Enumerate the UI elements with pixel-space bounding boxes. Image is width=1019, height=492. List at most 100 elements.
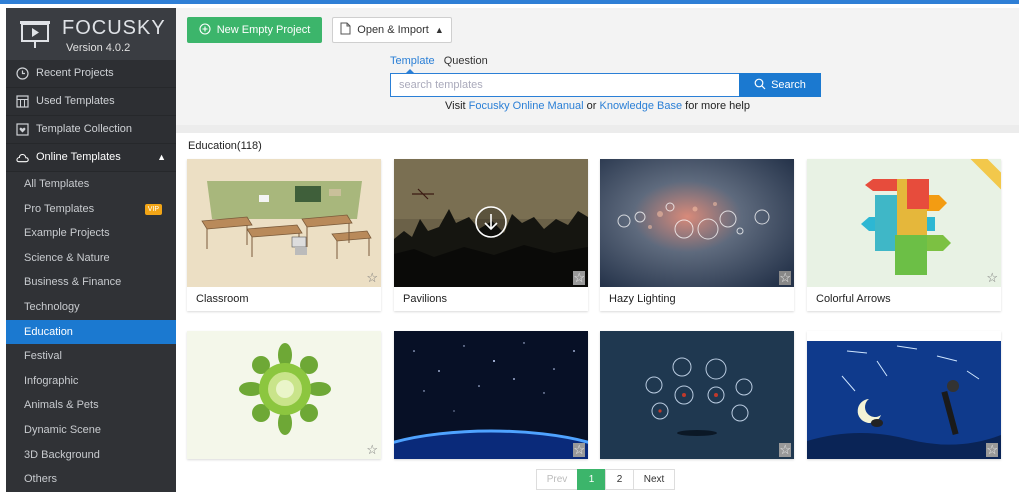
- sidebar-subitem-others[interactable]: Others: [6, 467, 176, 492]
- sidebar-subitem-education[interactable]: Education: [6, 319, 176, 345]
- knowledge-base-link[interactable]: Knowledge Base: [600, 100, 683, 112]
- favorite-star-icon[interactable]: ☆: [779, 271, 791, 285]
- favorite-star-icon[interactable]: ☆: [986, 443, 998, 457]
- presentation-board-icon: [20, 21, 50, 48]
- sidebar-item-label: Template Collection: [36, 123, 132, 135]
- template-thumbnail: [807, 331, 1001, 459]
- search-button-label: Search: [771, 79, 806, 91]
- sidebar-subitem-infographic[interactable]: Infographic: [6, 369, 176, 394]
- subitem-label: Infographic: [24, 374, 79, 387]
- sidebar-item-label: Used Templates: [36, 95, 115, 107]
- template-thumbnail: [187, 159, 381, 287]
- online-templates-submenu: All Templates Pro Templates VIP Example P…: [6, 172, 176, 492]
- template-card-hazy-lighting[interactable]: ☆ Hazy Lighting: [600, 159, 794, 311]
- sidebar-subitem-3d-background[interactable]: 3D Background: [6, 443, 176, 468]
- prev-page-button[interactable]: Prev: [536, 469, 578, 490]
- subitem-label: Technology: [24, 300, 80, 313]
- template-card-classroom[interactable]: ☆ Classroom: [187, 159, 381, 311]
- subitem-label: Animals & Pets: [24, 399, 99, 412]
- subitem-label: Dynamic Scene: [24, 423, 102, 436]
- sidebar-item-recent-projects[interactable]: Recent Projects: [6, 60, 176, 88]
- page-1-button[interactable]: 1: [577, 469, 606, 490]
- open-import-label: Open & Import: [357, 24, 429, 36]
- subitem-label: Science & Nature: [24, 251, 110, 264]
- sidebar-item-label: Recent Projects: [36, 67, 114, 79]
- subitem-label: Example Projects: [24, 227, 110, 240]
- search-area: Template Question search templates Searc…: [176, 50, 1019, 125]
- sidebar-item-online-templates[interactable]: Online Templates ▲: [6, 144, 176, 172]
- template-card[interactable]: ☆: [394, 331, 588, 459]
- document-icon: [340, 22, 351, 38]
- subitem-label: Business & Finance: [24, 276, 122, 289]
- search-input[interactable]: search templates: [390, 73, 740, 97]
- sidebar-subitem-animals-pets[interactable]: Animals & Pets: [6, 393, 176, 418]
- template-grid-icon: [16, 95, 29, 108]
- favorite-star-icon[interactable]: ☆: [366, 271, 378, 285]
- tab-template[interactable]: Template: [390, 55, 435, 67]
- sidebar-subitem-business-finance[interactable]: Business & Finance: [6, 270, 176, 295]
- sidebar-subitem-festival[interactable]: Festival: [6, 344, 176, 369]
- sidebar-item-label: Online Templates: [36, 151, 121, 163]
- favorite-star-icon[interactable]: ☆: [366, 443, 378, 457]
- template-thumbnail: [394, 331, 588, 459]
- sidebar-subitem-all-templates[interactable]: All Templates: [6, 172, 176, 197]
- category-title: Education(118): [188, 140, 262, 152]
- help-mid: or: [583, 100, 600, 112]
- cloud-icon: [16, 151, 29, 164]
- next-page-button[interactable]: Next: [633, 469, 675, 490]
- divider: [176, 125, 1019, 133]
- subitem-label: Festival: [24, 350, 62, 363]
- template-card[interactable]: ☆: [807, 331, 1001, 459]
- favorite-star-icon[interactable]: ☆: [986, 271, 998, 285]
- sidebar-item-template-collection[interactable]: Template Collection: [6, 116, 176, 144]
- toolbar: New Empty Project Open & Import ▲: [176, 8, 1019, 51]
- template-name: Classroom: [196, 293, 249, 305]
- sidebar-subitem-example-projects[interactable]: Example Projects: [6, 221, 176, 246]
- favorite-star-icon[interactable]: ☆: [779, 443, 791, 457]
- sidebar-subitem-technology[interactable]: Technology: [6, 295, 176, 320]
- caret-up-icon: ▲: [434, 25, 444, 35]
- search-tabs: Template Question: [390, 55, 494, 67]
- app-logo: FOCUSKY Version 4.0.2: [6, 8, 176, 60]
- template-thumbnail: [807, 159, 1001, 287]
- page-2-button[interactable]: 2: [605, 469, 634, 490]
- template-name: Hazy Lighting: [609, 293, 676, 305]
- online-manual-link[interactable]: Focusky Online Manual: [469, 100, 584, 112]
- vip-badge: VIP: [144, 203, 162, 215]
- subitem-label: Education: [24, 325, 73, 338]
- sidebar-subitem-dynamic-scene[interactable]: Dynamic Scene: [6, 418, 176, 443]
- subitem-label: All Templates: [24, 178, 90, 190]
- template-name: Colorful Arrows: [816, 293, 891, 305]
- favorite-star-icon[interactable]: ☆: [573, 271, 585, 285]
- search-button[interactable]: Search: [739, 73, 821, 97]
- template-thumbnail: [600, 159, 794, 287]
- new-empty-project-label: New Empty Project: [216, 24, 311, 36]
- heart-box-icon: [16, 123, 29, 136]
- template-thumbnail: [394, 159, 588, 287]
- tab-question[interactable]: Question: [444, 55, 488, 67]
- template-card[interactable]: ☆: [600, 331, 794, 459]
- favorite-star-icon[interactable]: ☆: [573, 443, 585, 457]
- sidebar-subitem-pro-templates[interactable]: Pro Templates VIP: [6, 197, 176, 222]
- new-empty-project-button[interactable]: New Empty Project: [187, 17, 322, 43]
- app-name: FOCUSKY: [62, 17, 166, 39]
- sidebar-item-used-templates[interactable]: Used Templates: [6, 88, 176, 116]
- template-card-pavilions[interactable]: ☆ Pavilions: [394, 159, 588, 311]
- search-icon: [754, 78, 766, 93]
- sidebar-subitem-science-nature[interactable]: Science & Nature: [6, 246, 176, 271]
- open-import-button[interactable]: Open & Import ▲: [332, 17, 452, 43]
- plus-circle-icon: [199, 22, 211, 38]
- template-card[interactable]: ☆: [187, 331, 381, 459]
- subitem-label: Pro Templates: [24, 202, 95, 215]
- pagination: Prev 1 2 Next: [536, 469, 675, 490]
- caret-up-icon[interactable]: ▲: [157, 144, 166, 171]
- sidebar: FOCUSKY Version 4.0.2 Recent Projects Us…: [6, 8, 176, 492]
- app-version: Version 4.0.2: [66, 42, 131, 54]
- template-thumbnail: [600, 331, 794, 459]
- clock-icon: [16, 67, 29, 80]
- subitem-label: Others: [24, 473, 58, 486]
- help-prefix: Visit: [445, 100, 469, 112]
- top-accent-line: [0, 0, 1019, 4]
- template-card-colorful-arrows[interactable]: ☆ Colorful Arrows: [807, 159, 1001, 311]
- help-text: Visit Focusky Online Manual or Knowledge…: [176, 100, 1019, 112]
